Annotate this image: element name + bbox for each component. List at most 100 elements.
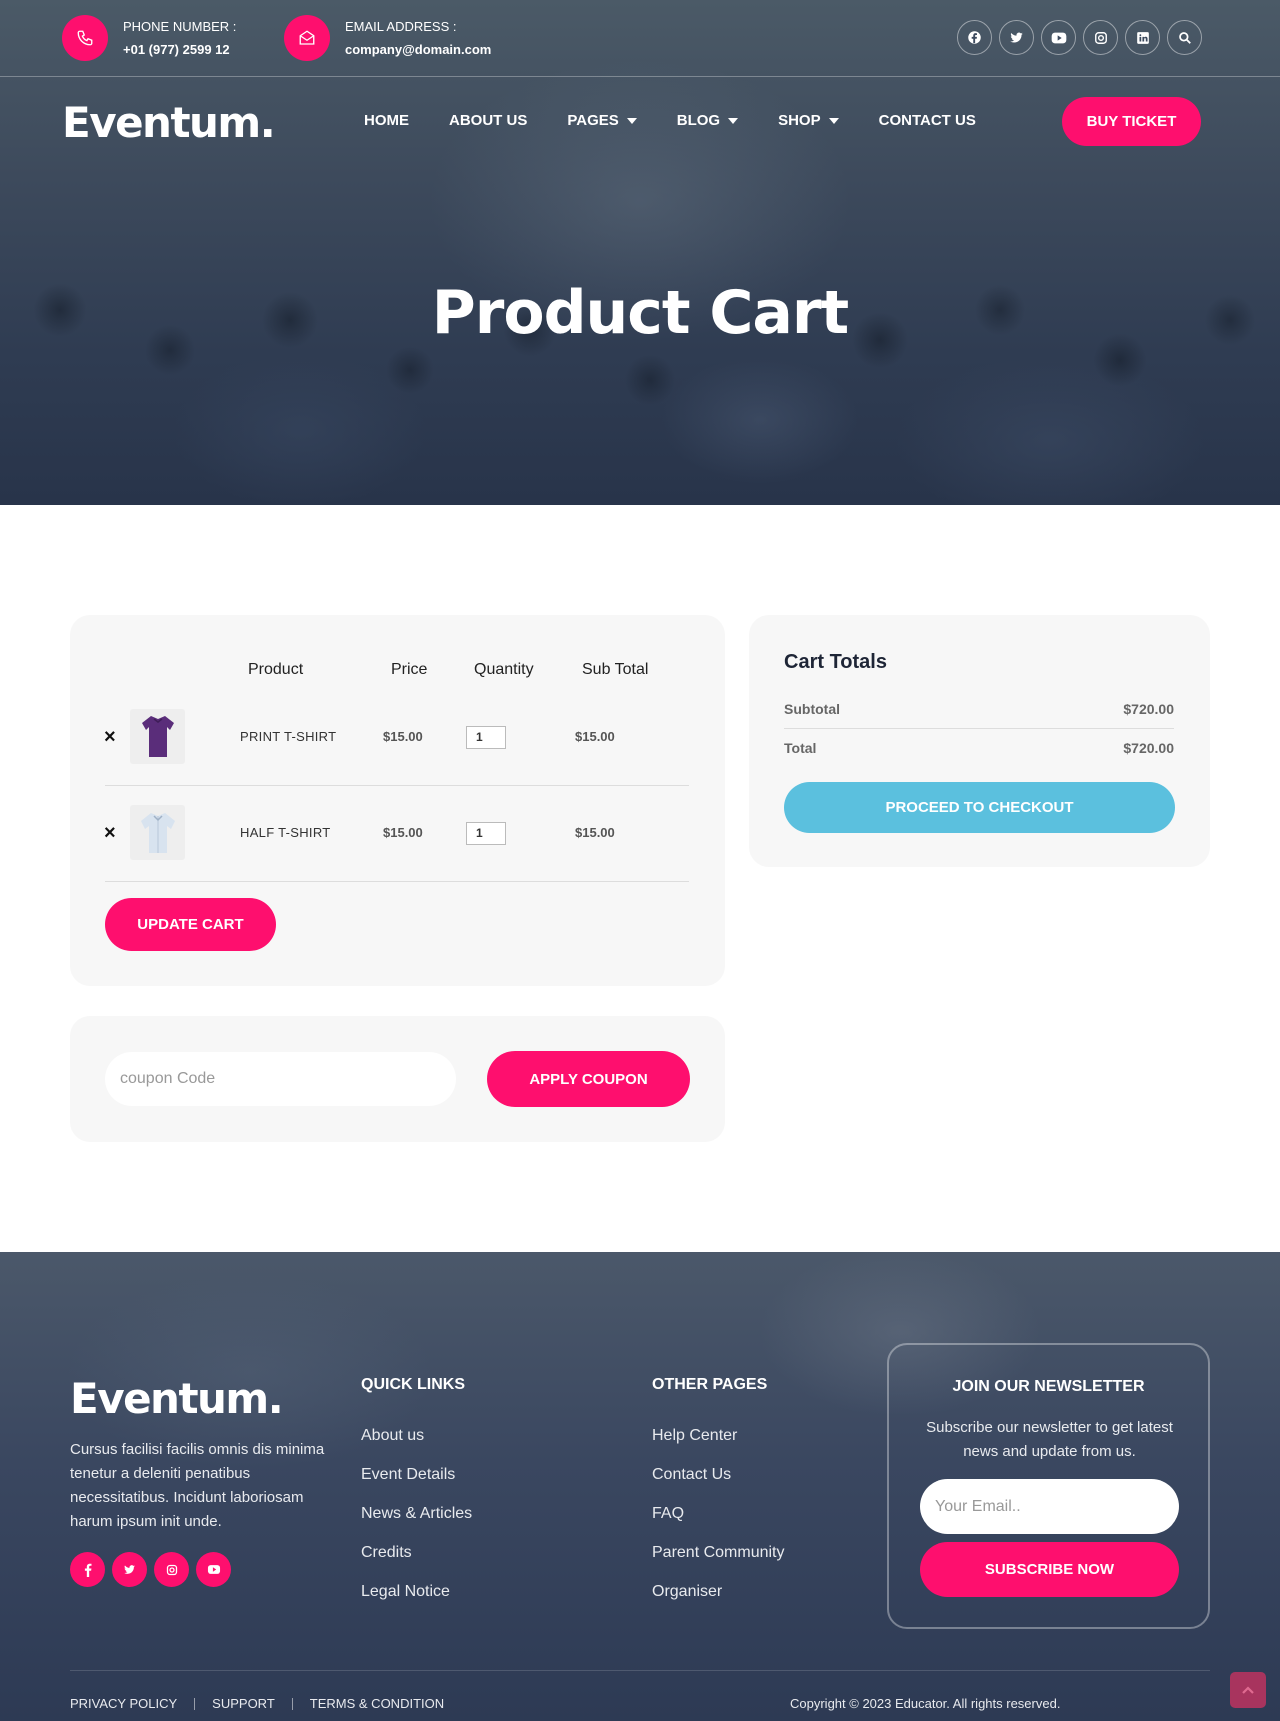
other-pages-title: OTHER PAGES: [652, 1376, 768, 1393]
buy-ticket-button[interactable]: BUY TICKET: [1062, 97, 1201, 146]
nav-about-us-label: ABOUT US: [449, 112, 528, 129]
product-subtotal: $15.00: [575, 825, 615, 840]
header-price: Price: [391, 661, 428, 678]
phone-icon: [62, 15, 108, 61]
nav-about-us[interactable]: ABOUT US: [449, 112, 527, 129]
phone-label: PHONE NUMBER :: [123, 19, 237, 34]
update-cart-button[interactable]: UPDATE CART: [105, 898, 276, 951]
copyright-text: Copyright © 2023 Educator. All rights re…: [790, 1696, 1061, 1711]
email-contact: EMAIL ADDRESS : company@domain.com: [284, 15, 491, 61]
total-row: Total $720.00: [784, 740, 1174, 756]
footer-link[interactable]: Parent Community: [652, 1533, 785, 1572]
search-icon[interactable]: [1167, 20, 1202, 55]
footer-link[interactable]: Event Details: [361, 1455, 472, 1494]
quantity-input[interactable]: 1: [466, 822, 506, 845]
nav-shop-label: SHOP: [778, 112, 821, 129]
quick-links-title: QUICK LINKS: [361, 1376, 465, 1393]
coupon-code-input[interactable]: coupon Code: [105, 1052, 456, 1106]
newsletter-description: Subscribe our newsletter to get latest n…: [926, 1419, 1173, 1460]
support-link[interactable]: SUPPORT: [212, 1696, 275, 1711]
footer-logo[interactable]: Eventum.: [70, 1374, 284, 1423]
instagram-icon[interactable]: [154, 1552, 189, 1587]
twitter-icon[interactable]: [112, 1552, 147, 1587]
site-logo[interactable]: Eventum.: [62, 98, 276, 147]
product-name[interactable]: PRINT T-SHIRT: [240, 729, 336, 744]
coupon-panel: coupon Code APPLY COUPON: [70, 1016, 725, 1142]
hero-banner: PHONE NUMBER : +01 (977) 2599 12 EMAIL A…: [0, 0, 1280, 505]
phone-value[interactable]: +01 (977) 2599 12: [123, 38, 236, 61]
product-name[interactable]: HALF T-SHIRT: [240, 825, 331, 840]
apply-coupon-button[interactable]: APPLY COUPON: [487, 1051, 690, 1107]
product-price: $15.00: [383, 729, 423, 744]
footer-bottom-links: PRIVACY POLICY SUPPORT TERMS & CONDITION: [70, 1696, 444, 1711]
footer-divider: [70, 1670, 1210, 1671]
product-thumbnail[interactable]: [130, 709, 185, 764]
nav-contact-us[interactable]: CONTACT US: [879, 112, 976, 129]
footer-link[interactable]: Contact Us: [652, 1455, 785, 1494]
privacy-policy-link[interactable]: PRIVACY POLICY: [70, 1696, 177, 1711]
footer-link[interactable]: Legal Notice: [361, 1572, 472, 1611]
footer-link[interactable]: Help Center: [652, 1416, 785, 1455]
newsletter-title: JOIN OUR NEWSLETTER: [952, 1378, 1145, 1395]
nav-blog[interactable]: BLOG: [676, 112, 739, 129]
header-social-links: [957, 20, 1202, 55]
remove-item-button[interactable]: ×: [104, 822, 116, 845]
footer-link[interactable]: About us: [361, 1416, 472, 1455]
totals-divider: [784, 728, 1174, 729]
nav-contact-us-label: CONTACT US: [878, 112, 976, 129]
subtotal-label: Subtotal: [784, 701, 840, 717]
youtube-icon[interactable]: [196, 1552, 231, 1587]
chevron-up-icon: [1242, 1686, 1254, 1694]
product-thumbnail[interactable]: [130, 805, 185, 860]
cart-table-panel: Product Price Quantity Sub Total × PRINT…: [70, 615, 725, 986]
email-label: EMAIL ADDRESS :: [345, 19, 457, 34]
nav-blog-label: BLOG: [676, 112, 721, 129]
quick-links-column: QUICK LINKS About us Event Details News …: [361, 1376, 472, 1611]
remove-item-button[interactable]: ×: [104, 726, 116, 749]
nav-pages[interactable]: PAGES: [567, 112, 637, 129]
facebook-icon[interactable]: [957, 20, 992, 55]
footer-link[interactable]: News & Articles: [361, 1494, 472, 1533]
footer-link[interactable]: Credits: [361, 1533, 472, 1572]
footer-link[interactable]: FAQ: [652, 1494, 785, 1533]
footer-social-links: [70, 1552, 231, 1587]
newsletter-email-input[interactable]: Your Email..: [920, 1479, 1179, 1534]
terms-link[interactable]: TERMS & CONDITION: [310, 1696, 444, 1711]
instagram-icon[interactable]: [1083, 20, 1118, 55]
phone-contact: PHONE NUMBER : +01 (977) 2599 12: [62, 15, 236, 61]
product-price: $15.00: [383, 825, 423, 840]
nav-home[interactable]: HOME: [364, 112, 409, 129]
footer-link[interactable]: Organiser: [652, 1572, 785, 1611]
linkedin-icon[interactable]: [1125, 20, 1160, 55]
row-divider: [105, 881, 689, 882]
link-separator: [291, 1697, 293, 1710]
caret-down-icon: [728, 117, 739, 124]
cart-totals-panel: Cart Totals Subtotal $720.00 Total $720.…: [749, 615, 1210, 867]
newsletter-box: JOIN OUR NEWSLETTER Subscribe our newsle…: [887, 1343, 1210, 1629]
subscribe-now-button[interactable]: SUBSCRIBE NOW: [920, 1542, 1179, 1597]
header-quantity: Quantity: [474, 661, 534, 678]
main-navbar: Eventum. HOME ABOUT US PAGES BLOG SHOP C…: [0, 78, 1280, 168]
scroll-to-top-button[interactable]: [1230, 1672, 1266, 1708]
email-value[interactable]: company@domain.com: [345, 38, 491, 61]
envelope-icon: [284, 15, 330, 61]
page-title: Product Cart: [431, 278, 849, 348]
youtube-icon[interactable]: [1041, 20, 1076, 55]
row-divider: [105, 785, 689, 786]
link-separator: [194, 1697, 196, 1710]
header-product: Product: [248, 661, 304, 678]
nav-shop[interactable]: SHOP: [778, 112, 839, 129]
product-subtotal: $15.00: [575, 729, 615, 744]
subtotal-value: $720.00: [1123, 701, 1174, 717]
cart-totals-title: Cart Totals: [784, 651, 887, 673]
total-value: $720.00: [1123, 740, 1174, 756]
twitter-icon[interactable]: [999, 20, 1034, 55]
quantity-input[interactable]: 1: [466, 726, 506, 749]
nav-pages-label: PAGES: [567, 112, 619, 129]
proceed-to-checkout-button[interactable]: PROCEED TO CHECKOUT: [784, 782, 1175, 833]
total-label: Total: [784, 740, 817, 756]
site-footer: Eventum. Cursus facilisi facilis omnis d…: [0, 1252, 1280, 1721]
facebook-icon[interactable]: [70, 1552, 105, 1587]
other-pages-column: OTHER PAGES Help Center Contact Us FAQ P…: [652, 1376, 785, 1611]
header-subtotal: Sub Total: [582, 661, 649, 678]
